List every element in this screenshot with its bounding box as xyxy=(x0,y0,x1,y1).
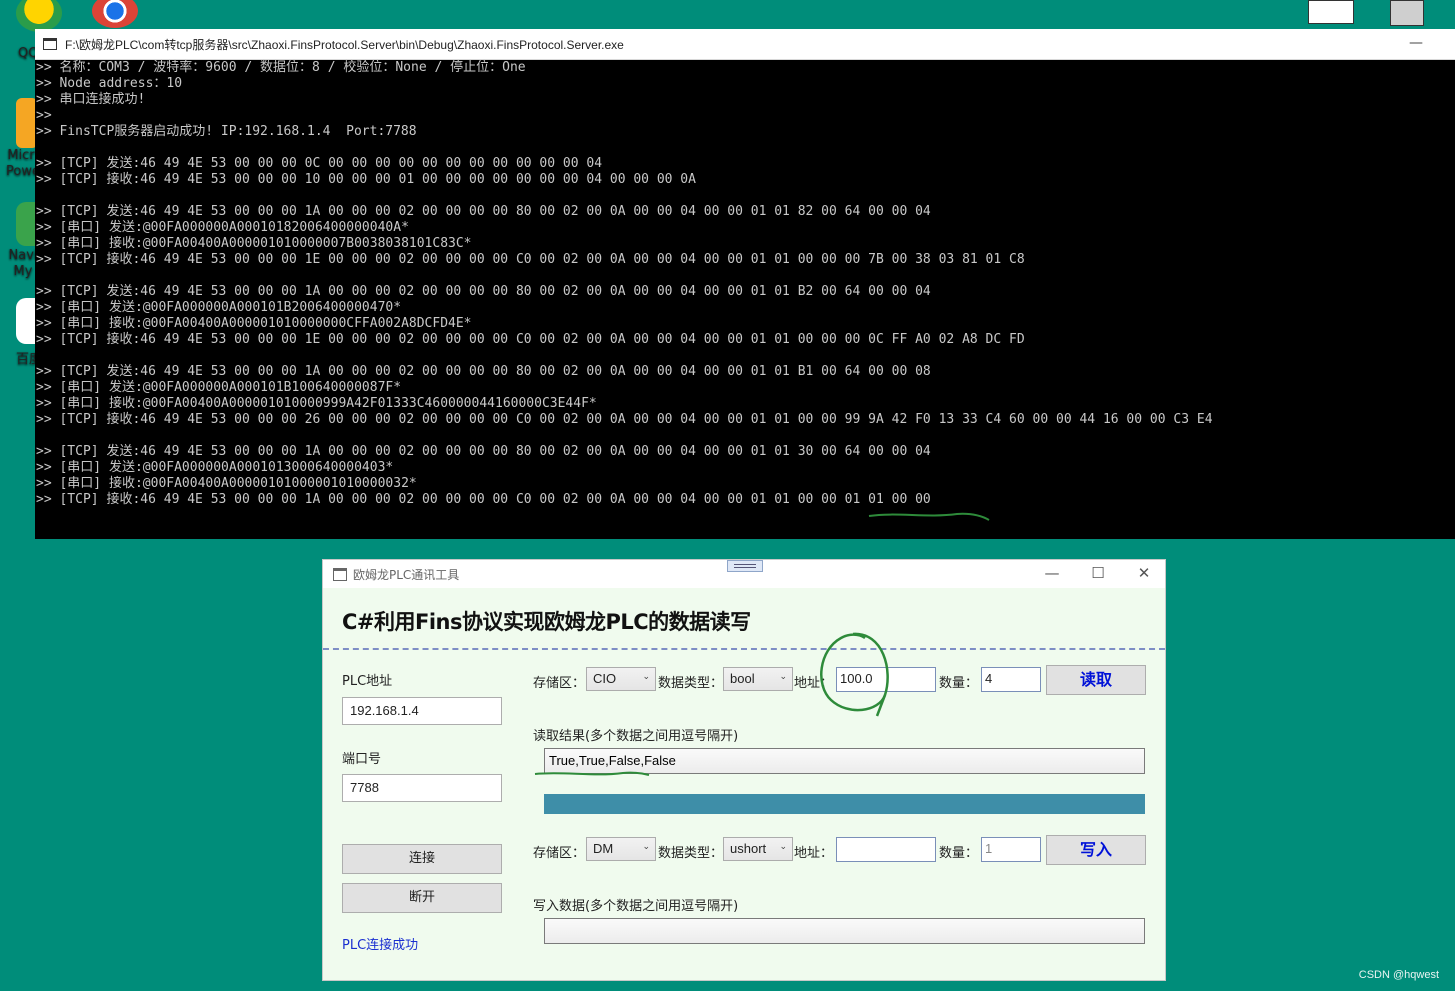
console-output: >> 名称：COM3 / 波特率：9600 / 数据位：8 / 校验位：None… xyxy=(36,60,1455,508)
maximize-button[interactable]: ☐ xyxy=(1083,564,1113,582)
console-line: >> [串口] 接收:@00FA00400A000001010000000CFF… xyxy=(36,316,472,331)
chevron-down-icon: ⌄ xyxy=(642,671,650,681)
watermark: CSDN @hqwest xyxy=(1358,969,1439,981)
desktop-icon-app1[interactable] xyxy=(1308,0,1354,24)
write-area-value: DM xyxy=(593,841,614,856)
status-text: PLC连接成功 xyxy=(342,938,419,953)
write-data-input[interactable] xyxy=(544,918,1145,944)
console-title: F:\欧姆龙PLC\com转tcp服务器\src\Zhaoxi.FinsProt… xyxy=(65,37,624,52)
read-count-input[interactable]: 4 xyxy=(981,667,1041,692)
desktop-icon-baidu[interactable]: 百度 xyxy=(16,298,42,367)
write-type-select[interactable]: ushort ⌄ xyxy=(723,837,793,861)
form-title: 欧姆龙PLC通讯工具 xyxy=(353,567,460,582)
console-line: >> [串口] 接收:@00FA00400A000001010000010100… xyxy=(36,476,417,491)
console-line: >> [串口] 发送:@00FA000000A000101B1006400000… xyxy=(36,380,402,395)
desktop-icon-chrome[interactable] xyxy=(92,0,138,28)
port-label: 端口号 xyxy=(342,752,382,767)
console-line: >> [TCP] 发送:46 49 4E 53 00 00 00 1A 00 0… xyxy=(36,284,931,299)
plc-address-input[interactable]: 192.168.1.4 xyxy=(342,697,502,725)
desktop-icon-label: Navi My xyxy=(8,248,38,279)
desktop-icon-qq[interactable]: QQ xyxy=(16,0,62,61)
form-app-icon xyxy=(333,567,347,581)
read-type-label: 数据类型： xyxy=(658,676,724,691)
console-line: >> [TCP] 发送:46 49 4E 53 00 00 00 1A 00 0… xyxy=(36,204,931,219)
write-area-select[interactable]: DM ⌄ xyxy=(586,837,656,861)
write-count-label: 数量： xyxy=(939,846,979,861)
plc-address-label: PLC地址 xyxy=(342,674,393,689)
connect-button[interactable]: 连接 xyxy=(342,844,502,874)
console-line: >> [串口] 接收:@00FA00400A000001010000007B00… xyxy=(36,236,472,251)
read-count-label: 数量： xyxy=(939,676,979,691)
write-type-label: 数据类型： xyxy=(658,846,724,861)
port-input[interactable]: 7788 xyxy=(342,774,502,802)
console-line: >> [TCP] 发送:46 49 4E 53 00 00 00 1A 00 0… xyxy=(36,444,931,459)
console-line: >> [TCP] 发送:46 49 4E 53 00 00 00 0C 00 0… xyxy=(36,156,603,171)
console-line: >> 名称：COM3 / 波特率：9600 / 数据位：8 / 校验位：None… xyxy=(36,60,526,75)
console-line: >> [串口] 发送:@00FA000000A000101B2006400000… xyxy=(36,300,402,315)
navicat-icon xyxy=(16,202,36,246)
console-line: >> [串口] 发送:@00FA000000A00010130006400004… xyxy=(36,460,394,475)
read-button[interactable]: 读取 xyxy=(1046,665,1146,695)
read-type-value: bool xyxy=(730,671,755,686)
console-line: >> [TCP] 接收:46 49 4E 53 00 00 00 10 00 0… xyxy=(36,172,696,187)
console-line: >> [串口] 接收:@00FA00400A000001010000999A42… xyxy=(36,396,597,411)
annotation-underline xyxy=(534,771,650,776)
annotation-circle xyxy=(820,632,889,717)
console-line: >> [串口] 发送:@00FA000000A00010182006400000… xyxy=(36,220,409,235)
console-titlebar[interactable]: F:\欧姆龙PLC\com转tcp服务器\src\Zhaoxi.FinsProt… xyxy=(35,29,1455,60)
console-line: >> 串口连接成功! xyxy=(36,92,146,107)
write-button[interactable]: 写入 xyxy=(1046,835,1146,865)
write-addr-label: 地址： xyxy=(794,846,834,861)
read-result-label: 读取结果(多个数据之间用逗号隔开) xyxy=(533,729,739,744)
read-area-select[interactable]: CIO ⌄ xyxy=(586,667,656,691)
chevron-down-icon: ⌄ xyxy=(779,841,787,851)
read-area-label: 存储区： xyxy=(533,676,586,691)
app-window-icon xyxy=(1308,0,1354,24)
console-line: >> [TCP] 发送:46 49 4E 53 00 00 00 1A 00 0… xyxy=(36,364,931,379)
annotation-underline xyxy=(868,512,990,521)
desktop-icon-label: Micr Powe xyxy=(6,148,40,179)
app-calculator-icon xyxy=(1390,0,1424,26)
console-line: >> [TCP] 接收:46 49 4E 53 00 00 00 26 00 0… xyxy=(36,412,1213,427)
chevron-down-icon: ⌄ xyxy=(779,671,787,681)
chevron-down-icon: ⌄ xyxy=(642,841,650,851)
minimize-button[interactable]: — xyxy=(1409,35,1423,51)
console-line: >> [TCP] 接收:46 49 4E 53 00 00 00 1E 00 0… xyxy=(36,332,1025,347)
chrome-icon xyxy=(92,0,138,28)
disconnect-button[interactable]: 断开 xyxy=(342,883,502,913)
console-line: >> xyxy=(36,108,52,123)
read-type-select[interactable]: bool ⌄ xyxy=(723,667,793,691)
console-line: >> [TCP] 接收:46 49 4E 53 00 00 00 1E 00 0… xyxy=(36,252,1025,267)
divider xyxy=(323,648,1165,650)
console-line: >> [TCP] 接收:46 49 4E 53 00 00 00 1A 00 0… xyxy=(36,492,931,507)
write-address-input[interactable] xyxy=(836,837,936,862)
drag-handle-icon[interactable] xyxy=(727,560,763,572)
console-line: >> Node address：10 xyxy=(36,76,183,91)
close-button[interactable]: ✕ xyxy=(1129,564,1159,582)
write-count-input[interactable]: 1 xyxy=(981,837,1041,862)
desktop-icon-navicat[interactable]: Navi My xyxy=(9,202,38,279)
plc-tool-window: 欧姆龙PLC通讯工具 — ☐ ✕ C#利用Fins协议实现欧姆龙PLC的数据读写… xyxy=(322,559,1166,981)
desktop-icon-app2[interactable] xyxy=(1390,0,1424,26)
progress-bar xyxy=(544,794,1145,814)
minimize-button[interactable]: — xyxy=(1037,564,1067,582)
console-line: >> FinsTCP服务器启动成功! IP:192.168.1.4 Port:7… xyxy=(36,124,417,139)
write-type-value: ushort xyxy=(730,841,767,856)
baidu-netdisk-icon xyxy=(16,298,36,344)
qq-app-icon xyxy=(16,0,62,32)
write-area-label: 存储区： xyxy=(533,846,586,861)
read-area-value: CIO xyxy=(593,671,617,686)
write-data-label: 写入数据(多个数据之间用逗号隔开) xyxy=(533,899,739,914)
progress-bar-fill xyxy=(544,794,1145,814)
console-app-icon xyxy=(43,38,57,50)
page-title: C#利用Fins协议实现欧姆龙PLC的数据读写 xyxy=(342,610,751,634)
console-window: F:\欧姆龙PLC\com转tcp服务器\src\Zhaoxi.FinsProt… xyxy=(35,29,1455,539)
